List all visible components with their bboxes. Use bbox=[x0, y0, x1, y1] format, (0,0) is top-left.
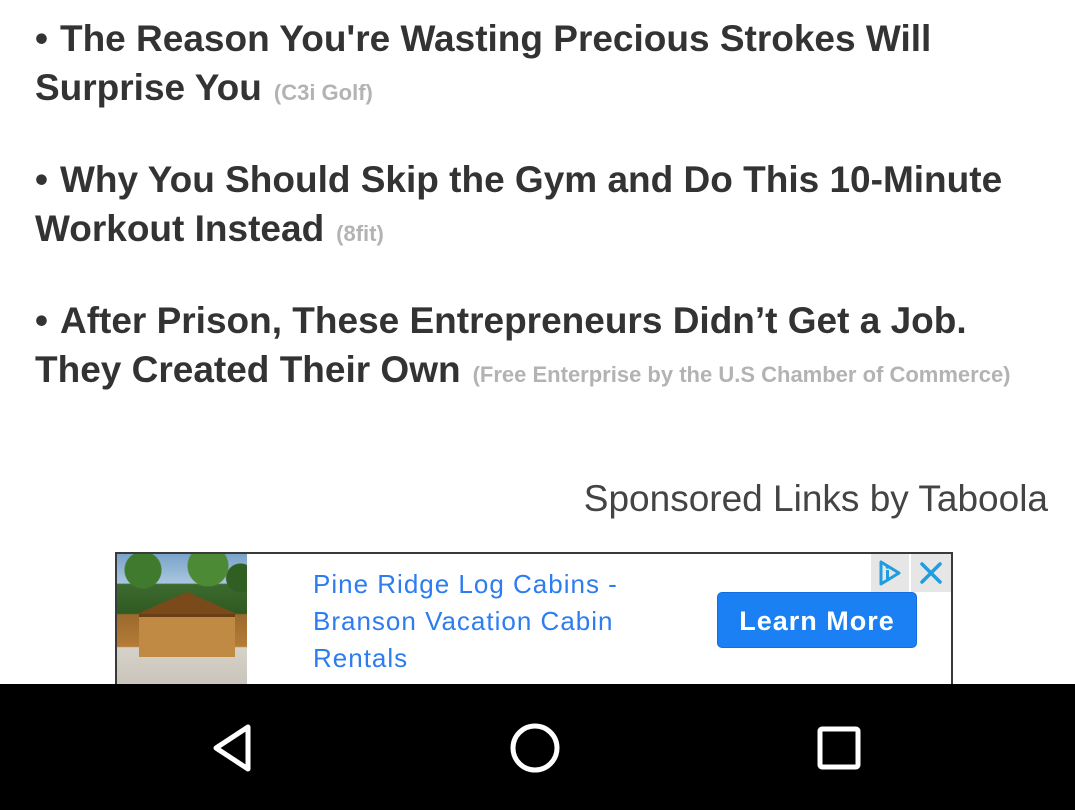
adchoices-glyph bbox=[879, 560, 901, 586]
learn-more-button[interactable]: Learn More bbox=[717, 592, 917, 648]
sponsored-links-list: • The Reason You're Wasting Precious Stro… bbox=[35, 14, 1045, 437]
back-glyph bbox=[213, 724, 251, 772]
link-title[interactable]: The Reason You're Wasting Precious Strok… bbox=[35, 18, 931, 108]
ad-headline[interactable]: Pine Ridge Log Cabins - Branson Vacation… bbox=[313, 566, 673, 677]
tree-shape bbox=[117, 554, 247, 594]
bullet: • bbox=[35, 159, 48, 200]
link-source: (8fit) bbox=[336, 221, 384, 246]
cabin-roof-shape bbox=[137, 592, 237, 614]
recents-square-icon[interactable] bbox=[809, 720, 869, 776]
sponsored-by-taboola-label[interactable]: Sponsored Links by Taboola bbox=[584, 476, 1048, 522]
link-source: (C3i Golf) bbox=[273, 80, 373, 105]
ad-banner[interactable]: Pine Ridge Log Cabins - Branson Vacation… bbox=[115, 552, 953, 684]
link-source: (Free Enterprise by the U.S Chamber of C… bbox=[472, 362, 1011, 387]
home-glyph bbox=[510, 723, 560, 773]
home-circle-icon[interactable] bbox=[505, 720, 565, 776]
adchoices-icon[interactable] bbox=[871, 554, 909, 592]
cabin-shape bbox=[139, 614, 235, 657]
link-title[interactable]: Why You Should Skip the Gym and Do This … bbox=[35, 159, 1002, 249]
list-item[interactable]: • After Prison, These Entrepreneurs Didn’… bbox=[35, 296, 1045, 394]
list-item[interactable]: • The Reason You're Wasting Precious Stro… bbox=[35, 14, 1045, 112]
close-icon[interactable] bbox=[911, 554, 951, 592]
bullet: • bbox=[35, 18, 48, 59]
list-item[interactable]: • Why You Should Skip the Gym and Do This… bbox=[35, 155, 1045, 253]
back-triangle-icon[interactable] bbox=[203, 720, 263, 776]
recents-glyph bbox=[817, 726, 861, 770]
log-cabin-photo[interactable] bbox=[117, 554, 247, 684]
android-navigation-bar bbox=[0, 684, 1075, 810]
close-glyph bbox=[920, 562, 942, 584]
page: • The Reason You're Wasting Precious Stro… bbox=[0, 0, 1075, 810]
bullet: • bbox=[35, 300, 48, 341]
